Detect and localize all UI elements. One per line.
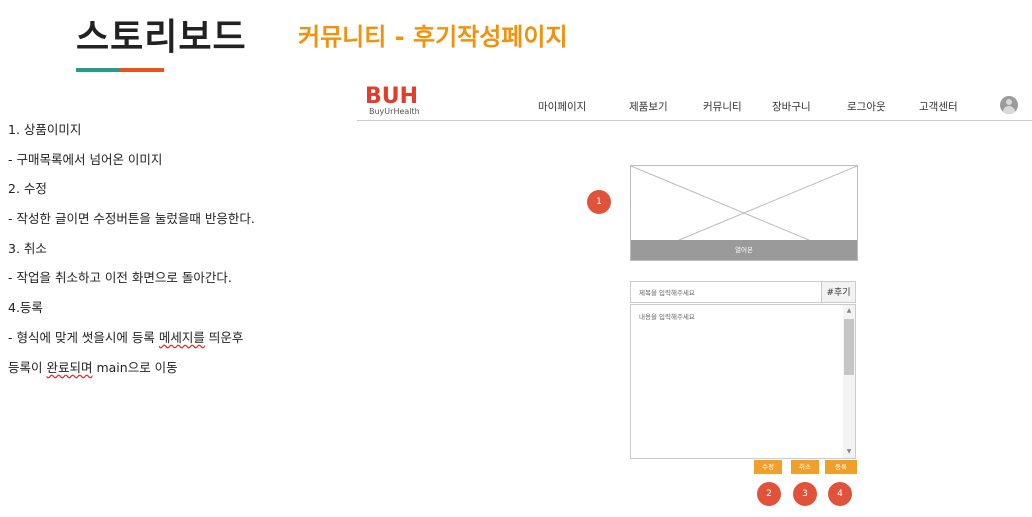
title-accent-bar	[76, 68, 164, 72]
description-notes: 1. 상품이미지 - 구매목록에서 넘어온 이미지 2. 수정 - 작성한 글이…	[8, 122, 255, 389]
nav-item-support[interactable]: 고객센터	[919, 99, 958, 114]
product-image: 열어본	[630, 165, 858, 261]
scroll-up-icon[interactable]: ▲	[843, 306, 855, 316]
logo-tagline: BuyUrHealth	[369, 107, 420, 116]
logo-text: BUH	[365, 84, 419, 109]
avatar-body	[1003, 106, 1015, 114]
review-tag: #후기	[822, 281, 856, 303]
scrollbar-thumb[interactable]	[844, 319, 854, 375]
note-line: - 구매목록에서 넘어온 이미지	[8, 151, 163, 167]
title-input[interactable]: 제목을 입력해주세요	[630, 281, 822, 303]
annotation-badge: 1	[587, 190, 611, 214]
note-line: 등록이 완료되며 main으로 이동	[8, 359, 178, 375]
annotation-badge: 3	[793, 482, 817, 506]
nav-item-cart[interactable]: 장바구니	[772, 99, 811, 114]
note-line: - 작성한 글이면 수정버튼을 눌렀을때 반응한다.	[8, 211, 255, 227]
spellcheck-underline: 메세지를	[158, 329, 205, 345]
accent-teal	[76, 68, 120, 72]
content-textarea[interactable]: 내용을 입력해주세요 ▲ ▼	[630, 304, 856, 459]
avatar-head	[1006, 99, 1012, 105]
accent-orange	[120, 68, 164, 72]
nav-item-logout[interactable]: 로그아웃	[847, 99, 886, 114]
note-line: 1. 상품이미지	[8, 122, 82, 137]
annotation-badge: 2	[757, 482, 781, 506]
note-line: - 형식에 맞게 썻을시에 등록 메세지를 띄운후	[8, 329, 244, 345]
site-logo[interactable]: BUH BuyUrHealth	[365, 84, 420, 117]
edit-button[interactable]: 수정	[754, 460, 782, 474]
register-button[interactable]: 등록	[825, 460, 857, 474]
header-divider	[357, 120, 1032, 121]
note-line: 4.등록	[8, 300, 43, 316]
scroll-down-icon[interactable]: ▼	[843, 447, 855, 457]
note-line: 2. 수정	[8, 181, 47, 197]
note-line: - 작업을 취소하고 이전 화면으로 돌아간다.	[8, 270, 232, 286]
nav-item-mypage[interactable]: 마이페이지	[538, 99, 586, 114]
image-open-button[interactable]: 열어본	[631, 240, 857, 260]
cancel-button[interactable]: 취소	[791, 460, 819, 474]
nav-item-products[interactable]: 제품보기	[629, 99, 668, 114]
spellcheck-underline: 완료되며	[46, 359, 93, 375]
note-line: 3. 취소	[8, 240, 47, 256]
scrollbar[interactable]: ▲ ▼	[843, 305, 855, 458]
nav-item-community[interactable]: 커뮤니티	[703, 99, 742, 114]
content-placeholder: 내용을 입력해주세요	[639, 313, 695, 321]
user-icon[interactable]	[1000, 96, 1018, 114]
page-title: 스토리보드	[76, 17, 247, 58]
annotation-badge: 4	[828, 482, 852, 506]
page-subtitle: 커뮤니티 - 후기작성페이지	[298, 23, 568, 51]
